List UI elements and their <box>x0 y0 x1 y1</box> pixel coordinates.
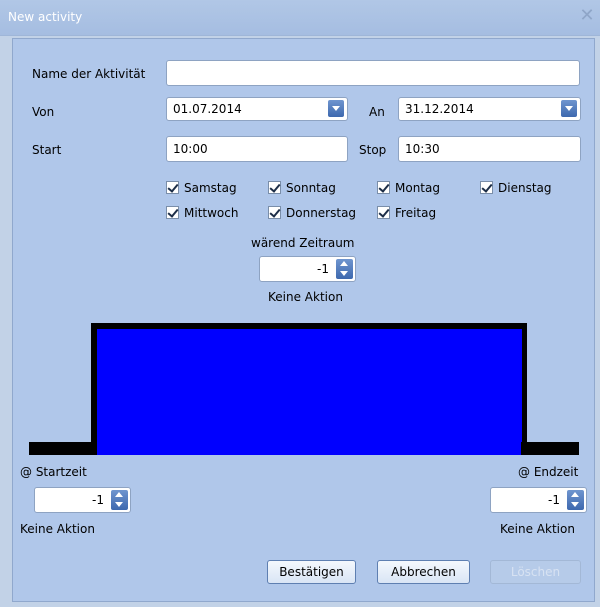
start-time-spinner[interactable]: -1 <box>34 487 131 513</box>
spinner-arrows[interactable] <box>336 259 353 279</box>
diagram-baseline-left <box>29 442 95 455</box>
stop-label: Stop <box>359 143 387 157</box>
checkmark-icon[interactable] <box>268 206 281 219</box>
checkmark-icon[interactable] <box>166 206 179 219</box>
von-label: Von <box>32 105 55 119</box>
an-date-picker[interactable]: 31.12.2014 <box>398 97 581 121</box>
name-label: Name der Aktivität <box>32 67 146 81</box>
chevron-up-icon[interactable] <box>115 492 123 497</box>
end-time-label: @ Endzeit <box>518 465 579 479</box>
end-time-spinner[interactable]: -1 <box>490 487 587 513</box>
checkmark-icon[interactable] <box>377 206 390 219</box>
start-time-value: -1 <box>92 493 104 507</box>
name-input[interactable] <box>166 60 580 86</box>
during-action: Keine Aktion <box>268 290 343 304</box>
von-date-picker[interactable]: 01.07.2014 <box>166 97 348 121</box>
during-label: wärend Zeitraum <box>251 236 355 250</box>
start-time-label: @ Startzeit <box>20 465 87 479</box>
checkbox-label: Dienstag <box>498 181 552 195</box>
during-value: -1 <box>317 262 329 276</box>
timing-diagram <box>29 323 579 455</box>
window-title: New activity <box>8 10 83 24</box>
chevron-up-icon[interactable] <box>340 261 348 266</box>
stop-time-input[interactable] <box>398 136 581 162</box>
checkmark-icon[interactable] <box>480 181 493 194</box>
end-time-value: -1 <box>548 493 560 507</box>
cancel-button[interactable]: Abbrechen <box>377 560 470 584</box>
diagram-baseline-right <box>521 442 579 455</box>
checkbox-label: Donnerstag <box>286 206 357 220</box>
an-date-value: 31.12.2014 <box>405 102 474 116</box>
an-label: An <box>369 105 385 119</box>
spinner-arrows[interactable] <box>111 490 128 510</box>
start-label: Start <box>32 143 62 157</box>
checkbox-label: Samstag <box>184 181 237 195</box>
chevron-down-icon[interactable] <box>571 502 579 507</box>
spinner-arrows[interactable] <box>567 490 584 510</box>
checkmark-icon[interactable] <box>166 181 179 194</box>
checkbox-label: Mittwoch <box>184 206 239 220</box>
chevron-up-icon[interactable] <box>571 492 579 497</box>
checkbox-label: Sonntag <box>286 181 336 195</box>
checkmark-icon[interactable] <box>268 181 281 194</box>
close-icon[interactable]: ✕ <box>578 5 596 27</box>
chevron-down-icon[interactable] <box>115 502 123 507</box>
during-spinner[interactable]: -1 <box>259 256 356 282</box>
checkbox-label: Montag <box>395 181 440 195</box>
end-time-action: Keine Aktion <box>500 522 575 536</box>
chevron-down-icon[interactable] <box>328 100 344 117</box>
start-time-action: Keine Aktion <box>20 522 95 536</box>
title-bar: New activity ✕ <box>0 0 600 36</box>
delete-button[interactable]: Löschen <box>490 560 581 584</box>
diagram-active-period <box>97 329 522 455</box>
chevron-down-icon[interactable] <box>561 100 577 117</box>
checkbox-label: Freitag <box>395 206 437 220</box>
chevron-down-icon[interactable] <box>340 271 348 276</box>
von-date-value: 01.07.2014 <box>173 102 242 116</box>
dialog-body: Name der Aktivität Von 01.07.2014 An 31.… <box>12 38 595 602</box>
start-time-input[interactable] <box>166 136 348 162</box>
checkmark-icon[interactable] <box>377 181 390 194</box>
confirm-button[interactable]: Bestätigen <box>267 560 356 584</box>
